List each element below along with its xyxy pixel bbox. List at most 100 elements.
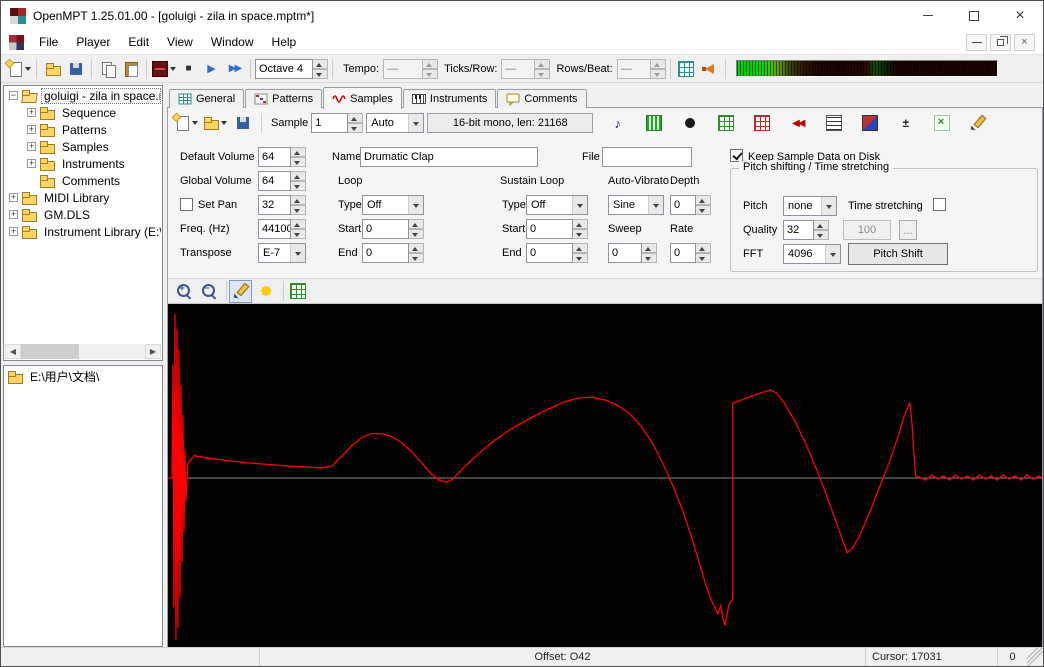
tree-item-sequence[interactable]: + Sequence	[5, 104, 161, 121]
sustain-end-spinner[interactable]: 0	[526, 243, 588, 263]
spin-down-button[interactable]	[696, 205, 711, 215]
spin-down-button[interactable]	[573, 229, 588, 239]
tree-item-instruments[interactable]: + Instruments	[5, 155, 161, 172]
spin-up-button[interactable]	[573, 219, 588, 229]
menu-help[interactable]: Help	[263, 31, 306, 53]
zoom-select[interactable]: Auto	[366, 113, 424, 133]
fft-select[interactable]: 4096	[783, 244, 841, 264]
spin-up-button[interactable]	[409, 219, 424, 229]
sample-file-input[interactable]	[602, 147, 692, 167]
open-sample-button[interactable]	[202, 112, 228, 135]
tab-patterns[interactable]: Patterns	[245, 89, 322, 108]
generate-button[interactable]	[254, 280, 277, 303]
spin-down-button[interactable]	[291, 181, 306, 191]
expand-icon[interactable]: +	[27, 142, 36, 151]
zoom-out-button[interactable]: −	[197, 280, 220, 303]
speaker-button[interactable]	[698, 57, 721, 80]
spin-up-button[interactable]	[696, 195, 711, 205]
menu-edit[interactable]: Edit	[119, 31, 158, 53]
mdi-minimize-button[interactable]	[966, 34, 987, 51]
record-button[interactable]	[678, 112, 701, 135]
spin-down-button[interactable]	[291, 157, 306, 167]
mdi-restore-button[interactable]	[990, 34, 1011, 51]
crossfade-button[interactable]	[750, 112, 773, 135]
play-note-button[interactable]: ♪	[606, 112, 629, 135]
reverse-button[interactable]: ◀◀	[786, 112, 809, 135]
sustain-type-select[interactable]: Off	[526, 195, 588, 215]
spin-up-button[interactable]	[291, 219, 306, 229]
save-sample-button[interactable]	[231, 112, 254, 135]
tree-item-module[interactable]: − goluigi - zila in space.mp	[5, 87, 161, 104]
scrollbar-track[interactable]	[21, 344, 145, 359]
vibrato-type-select[interactable]: Sine	[608, 195, 664, 215]
midi-record-button[interactable]	[151, 57, 177, 80]
play-pattern-button[interactable]: ▶▶	[223, 57, 246, 80]
spin-up-button[interactable]	[291, 171, 306, 181]
resize-grip[interactable]	[1027, 648, 1043, 666]
spin-up-button[interactable]	[814, 220, 829, 230]
default-volume-spinner[interactable]: 64	[258, 147, 306, 167]
pan-spinner[interactable]: 32	[258, 195, 306, 215]
minimize-button[interactable]	[905, 1, 951, 30]
pattern-editor-button[interactable]	[675, 57, 698, 80]
scroll-left-button[interactable]: ◀	[5, 344, 21, 359]
play-button[interactable]: ▶	[200, 57, 223, 80]
spin-down-button[interactable]	[291, 229, 306, 239]
folder-item[interactable]: E:\用户\文档\	[4, 366, 162, 385]
tree-item-samples[interactable]: + Samples	[5, 138, 161, 155]
mdi-close-button[interactable]: ×	[1014, 34, 1035, 51]
spin-down-button[interactable]	[814, 230, 829, 240]
scroll-right-button[interactable]: ▶	[145, 344, 161, 359]
menu-file[interactable]: File	[30, 31, 67, 53]
quality-spinner[interactable]: 32	[783, 220, 829, 240]
spin-down-button[interactable]	[409, 253, 424, 263]
spin-up-button[interactable]	[642, 243, 657, 253]
new-sample-button[interactable]	[173, 112, 199, 135]
expand-icon[interactable]: +	[27, 108, 36, 117]
close-button[interactable]: ×	[997, 1, 1043, 30]
tab-samples[interactable]: Samples	[323, 87, 402, 109]
collapse-icon[interactable]: −	[9, 91, 18, 100]
spin-down-button[interactable]	[573, 253, 588, 263]
invert-button[interactable]	[858, 112, 881, 135]
draw-mode-button[interactable]	[229, 280, 252, 303]
loop-type-select[interactable]: Off	[362, 195, 424, 215]
normalize-button[interactable]	[642, 112, 665, 135]
tab-instruments[interactable]: Instruments	[403, 89, 496, 108]
loop-start-spinner[interactable]: 0	[362, 219, 424, 239]
pattern-from-sample-button[interactable]	[286, 280, 309, 303]
sample-number-spinner[interactable]: 1	[311, 113, 363, 133]
frequency-spinner[interactable]: 44100	[258, 219, 306, 239]
more-button[interactable]: ...	[899, 220, 917, 240]
tree-item-instrument-library[interactable]: + Instrument Library (E:\用	[5, 223, 161, 240]
quickfade-button[interactable]	[714, 112, 737, 135]
spin-down-button[interactable]	[291, 205, 306, 215]
sample-name-input[interactable]	[360, 147, 538, 167]
spin-down-button[interactable]	[313, 69, 328, 79]
pitch-select[interactable]: none	[783, 196, 837, 216]
menu-view[interactable]: View	[158, 31, 202, 53]
tree-item-comments[interactable]: Comments	[5, 172, 161, 189]
spin-up-button[interactable]	[291, 195, 306, 205]
tab-comments[interactable]: Comments	[497, 89, 586, 108]
zoom-in-button[interactable]: +	[172, 280, 195, 303]
expand-icon[interactable]: +	[27, 159, 36, 168]
loop-end-spinner[interactable]: 0	[362, 243, 424, 263]
vibrato-depth-spinner[interactable]: 0	[670, 195, 711, 215]
spin-up-button[interactable]	[348, 113, 363, 123]
tree-item-patterns[interactable]: + Patterns	[5, 121, 161, 138]
draw-sample-button[interactable]	[966, 112, 989, 135]
pitch-shift-button[interactable]: Pitch Shift	[848, 243, 948, 265]
sustain-start-spinner[interactable]: 0	[526, 219, 588, 239]
set-pan-checkbox[interactable]	[180, 198, 193, 211]
tab-general[interactable]: General	[169, 89, 244, 108]
time-stretch-checkbox[interactable]	[933, 198, 946, 211]
menu-player[interactable]: Player	[67, 31, 119, 53]
global-volume-spinner[interactable]: 64	[258, 171, 306, 191]
vibrato-sweep-spinner[interactable]: 0	[608, 243, 657, 263]
vibrato-rate-spinner[interactable]: 0	[670, 243, 711, 263]
maximize-button[interactable]	[951, 1, 997, 30]
tree-hscrollbar[interactable]: ◀ ▶	[5, 344, 161, 359]
silence-button[interactable]	[822, 112, 845, 135]
tree-item-midi-library[interactable]: + MIDI Library	[5, 189, 161, 206]
